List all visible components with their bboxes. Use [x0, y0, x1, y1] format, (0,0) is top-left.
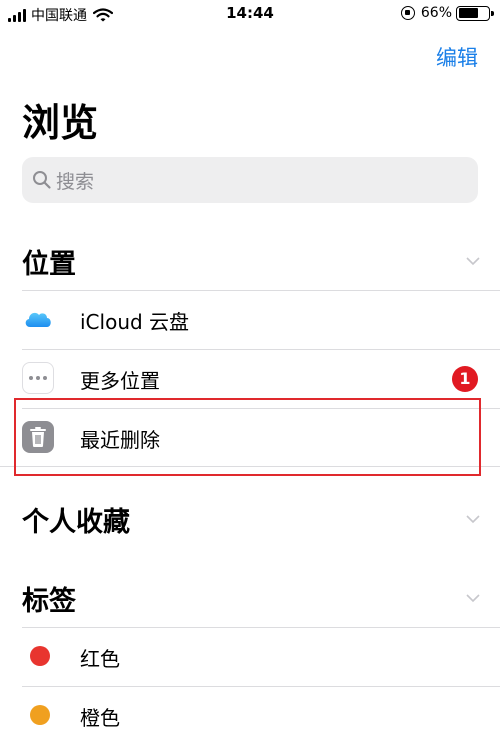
more-icon	[22, 362, 54, 394]
section-locations-header[interactable]: 位置	[22, 230, 500, 290]
tag-label: 橙色	[80, 706, 120, 730]
tag-item-orange[interactable]: 橙色	[0, 686, 500, 744]
section-tags-header[interactable]: 标签	[22, 567, 500, 627]
list-item-label: iCloud 云盘	[80, 310, 190, 334]
row-divider	[22, 627, 500, 628]
row-divider	[22, 686, 500, 687]
cloud-icon	[25, 312, 51, 327]
search-field[interactable]: 搜索	[22, 157, 478, 203]
page-title: 浏览	[22, 101, 99, 145]
section-favorites-header[interactable]: 个人收藏	[22, 488, 500, 548]
tag-item-red[interactable]: 红色	[0, 627, 500, 685]
battery-fill	[458, 8, 478, 18]
battery-percent: 66%	[420, 5, 452, 21]
list-item-icloud-drive[interactable]: iCloud 云盘	[0, 290, 500, 348]
chevron-down-icon	[466, 257, 480, 266]
section-title-locations: 位置	[22, 249, 76, 280]
highlight-box	[14, 398, 481, 476]
battery-icon	[456, 5, 494, 21]
row-divider	[22, 290, 500, 291]
status-bar: 中国联通 14:44 66%	[0, 0, 500, 30]
section-title-tags: 标签	[22, 586, 76, 617]
notification-badge: 1	[452, 366, 478, 392]
list-item-label: 更多位置	[80, 369, 160, 393]
status-right: 66%	[400, 5, 494, 21]
chevron-down-icon	[466, 515, 480, 524]
rotation-lock-icon	[400, 6, 415, 20]
search-placeholder: 搜索	[56, 170, 95, 193]
tag-color-dot	[30, 705, 50, 725]
row-divider	[22, 349, 500, 350]
chevron-down-icon	[466, 594, 480, 603]
section-title-favorites: 个人收藏	[22, 507, 130, 538]
search-icon	[33, 171, 51, 189]
tag-color-dot	[30, 646, 50, 666]
edit-button[interactable]: 编辑	[436, 42, 478, 72]
tag-label: 红色	[80, 647, 120, 671]
